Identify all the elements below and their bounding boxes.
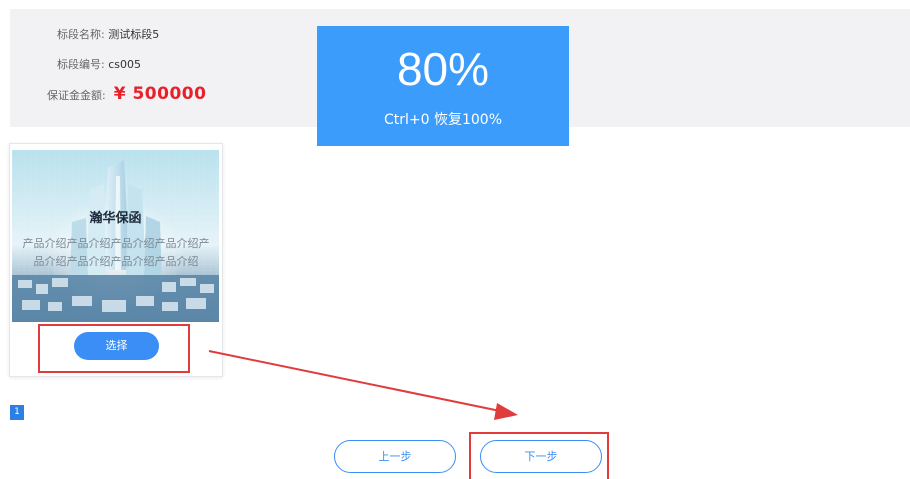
annotation-arrow (208, 350, 518, 420)
annotation-highlight-next (469, 432, 609, 479)
prev-step-button[interactable]: 上一步 (334, 440, 456, 473)
pagination-page-1[interactable]: 1 (10, 405, 24, 420)
